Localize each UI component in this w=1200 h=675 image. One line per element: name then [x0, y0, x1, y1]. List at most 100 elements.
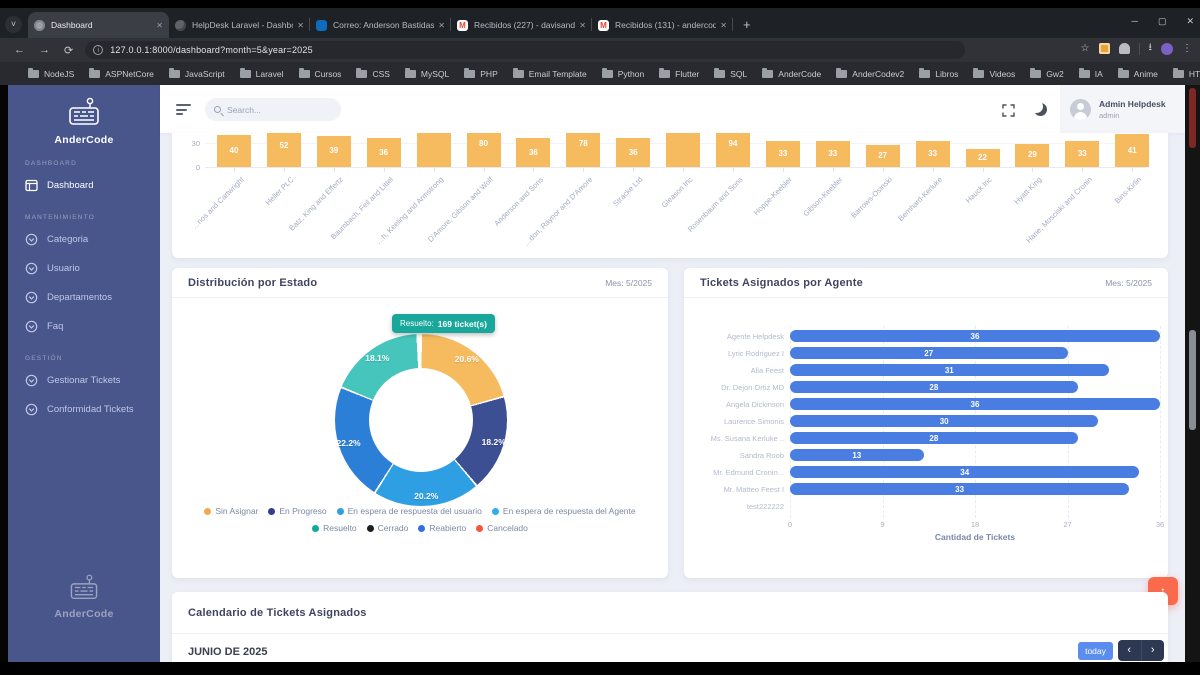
- search-input[interactable]: [227, 105, 327, 115]
- bookmark-label: JavaScript: [185, 69, 225, 79]
- legend-item[interactable]: En espera de respuesta del usuario: [337, 506, 482, 516]
- tab-close-icon[interactable]: ✕: [438, 21, 445, 30]
- folder-icon: [659, 70, 670, 78]
- sidebar-item-faq[interactable]: Faq: [8, 312, 160, 341]
- brand-logo[interactable]: AnderCode: [8, 85, 160, 146]
- legend-item[interactable]: Cancelado: [476, 523, 528, 533]
- sidebar-item-categoria[interactable]: Categoria: [8, 225, 160, 254]
- browser-tab[interactable]: HelpDesk Laravel - Dashboard✕: [169, 12, 310, 38]
- x-tick: [833, 168, 834, 172]
- bookmark-item[interactable]: Libros: [919, 69, 958, 79]
- new-tab-button[interactable]: +: [743, 17, 751, 32]
- company-bar[interactable]: [666, 133, 700, 167]
- extensions-puzzle-icon[interactable]: [1119, 43, 1130, 54]
- tab-close-icon[interactable]: ✕: [720, 21, 727, 30]
- reload-icon[interactable]: ⟳: [64, 44, 73, 57]
- legend-item[interactable]: Cerrado: [367, 523, 409, 533]
- legend-item[interactable]: Reabierto: [418, 523, 466, 533]
- bookmark-item[interactable]: JavaScript: [169, 69, 225, 79]
- browser-tab[interactable]: MRecibidos (131) - andercode87..✕: [592, 12, 733, 38]
- legend-label: Cerrado: [378, 523, 409, 533]
- scrollbar-thumb[interactable]: [1189, 330, 1196, 430]
- y-tick-label: 30: [182, 139, 200, 148]
- browser-menu-icon[interactable]: ⋮: [1182, 43, 1192, 54]
- tab-close-icon[interactable]: ✕: [156, 21, 163, 30]
- sidebar-item-departamentos[interactable]: Departamentos: [8, 283, 160, 312]
- sidebar-item-gestionar-tickets[interactable]: Gestionar Tickets: [8, 366, 160, 395]
- legend-dot: [367, 525, 374, 532]
- calendar-today-button[interactable]: today: [1078, 642, 1113, 660]
- site-info-icon[interactable]: i: [93, 45, 103, 55]
- bookmark-item[interactable]: Flutter: [659, 69, 699, 79]
- bar-value-label: 27: [878, 151, 887, 160]
- browser-tab[interactable]: Dashboard✕: [28, 12, 169, 38]
- bookmark-item[interactable]: ASPNetCore: [89, 69, 154, 79]
- folder-icon: [762, 70, 773, 78]
- bookmark-item[interactable]: AnderCodev2: [836, 69, 904, 79]
- profile-avatar[interactable]: [1161, 43, 1173, 55]
- x-tick: [733, 168, 734, 172]
- bookmark-item[interactable]: Anime: [1118, 69, 1158, 79]
- bookmark-item[interactable]: Gw2: [1030, 69, 1063, 79]
- bookmark-item[interactable]: HTML: [1173, 69, 1200, 79]
- bookmark-item[interactable]: AnderCode: [762, 69, 821, 79]
- legend-item[interactable]: Resuelto: [312, 523, 357, 533]
- bookmark-label: Email Template: [529, 69, 587, 79]
- tab-search-icon[interactable]: ˅: [5, 16, 22, 33]
- download-icon[interactable]: ⭳: [1149, 40, 1153, 57]
- dark-mode-icon[interactable]: [1034, 103, 1047, 116]
- bookmark-label: Libros: [935, 69, 958, 79]
- donut-hole: [369, 368, 473, 472]
- page-scrollbar[interactable]: [1185, 85, 1200, 662]
- bookmark-item[interactable]: CSS: [356, 69, 389, 79]
- company-bar[interactable]: [417, 133, 451, 167]
- bookmark-item[interactable]: SQL: [714, 69, 747, 79]
- screen: ˅ Dashboard✕HelpDesk Laravel - Dashboard…: [0, 0, 1200, 675]
- bookmark-item[interactable]: Laravel: [240, 69, 284, 79]
- sidebar-item-dashboard[interactable]: Dashboard: [8, 171, 160, 200]
- user-menu[interactable]: Admin Helpdesk admin: [1060, 85, 1185, 133]
- menu-toggle-icon[interactable]: [176, 104, 191, 115]
- window-close-button[interactable]: ✕: [1186, 16, 1194, 27]
- bookmark-item[interactable]: Email Template: [513, 69, 587, 79]
- calendar-prev-button[interactable]: ‹: [1118, 640, 1142, 661]
- legend-item[interactable]: En espera de respuesta del Agente: [492, 506, 636, 516]
- search-box[interactable]: [205, 98, 341, 121]
- sidebar-item-conformidad-tickets[interactable]: Conformidad Tickets: [8, 395, 160, 424]
- folder-icon: [89, 70, 100, 78]
- forward-icon[interactable]: →: [39, 44, 50, 56]
- bookmark-item[interactable]: Python: [602, 69, 644, 79]
- slice-percent-label: 20.2%: [414, 491, 438, 501]
- bookmark-item[interactable]: NodeJS: [28, 69, 74, 79]
- tab-close-icon[interactable]: ✕: [297, 21, 304, 30]
- address-bar[interactable]: i 127.0.0.1:8000/dashboard?month=5&year=…: [85, 41, 965, 59]
- folder-icon: [919, 70, 930, 78]
- x-tick: [583, 168, 584, 172]
- bookmark-item[interactable]: IA: [1079, 69, 1103, 79]
- browser-tab[interactable]: Correo: Anderson Bastidas - O..✕: [310, 12, 451, 38]
- x-axis-line: [205, 167, 1145, 168]
- legend-dot: [312, 525, 319, 532]
- sidebar-item-usuario[interactable]: Usuario: [8, 254, 160, 283]
- folder-icon: [513, 70, 524, 78]
- letterbox-bottom: [0, 662, 1200, 675]
- bookmark-item[interactable]: Videos: [973, 69, 1015, 79]
- legend-item[interactable]: Sin Asignar: [204, 506, 258, 516]
- extension-icon[interactable]: [1099, 43, 1110, 54]
- browser-tab[interactable]: MRecibidos (227) - davisanderso..✕: [451, 12, 592, 38]
- window-minimize-button[interactable]: ─: [1132, 16, 1138, 26]
- bookmark-star-icon[interactable]: ☆: [1081, 43, 1090, 54]
- bookmark-item[interactable]: PHP: [464, 69, 497, 79]
- back-icon[interactable]: ←: [14, 44, 25, 56]
- agent-label: Mr. Edmund Cronin ..: [684, 468, 784, 477]
- x-category-label: Bernhard-Kerluke: [896, 175, 944, 223]
- fullscreen-icon[interactable]: [1002, 104, 1015, 117]
- calendar-title: Calendario de Tickets Asignados: [188, 607, 367, 619]
- window-maximize-button[interactable]: ▢: [1158, 16, 1167, 27]
- bookmark-item[interactable]: Cursos: [299, 69, 342, 79]
- legend-item[interactable]: En Progreso: [268, 506, 326, 516]
- bar-value-label: 78: [579, 139, 588, 148]
- tab-close-icon[interactable]: ✕: [579, 21, 586, 30]
- bookmark-item[interactable]: MySQL: [405, 69, 449, 79]
- calendar-next-button[interactable]: ›: [1142, 640, 1165, 661]
